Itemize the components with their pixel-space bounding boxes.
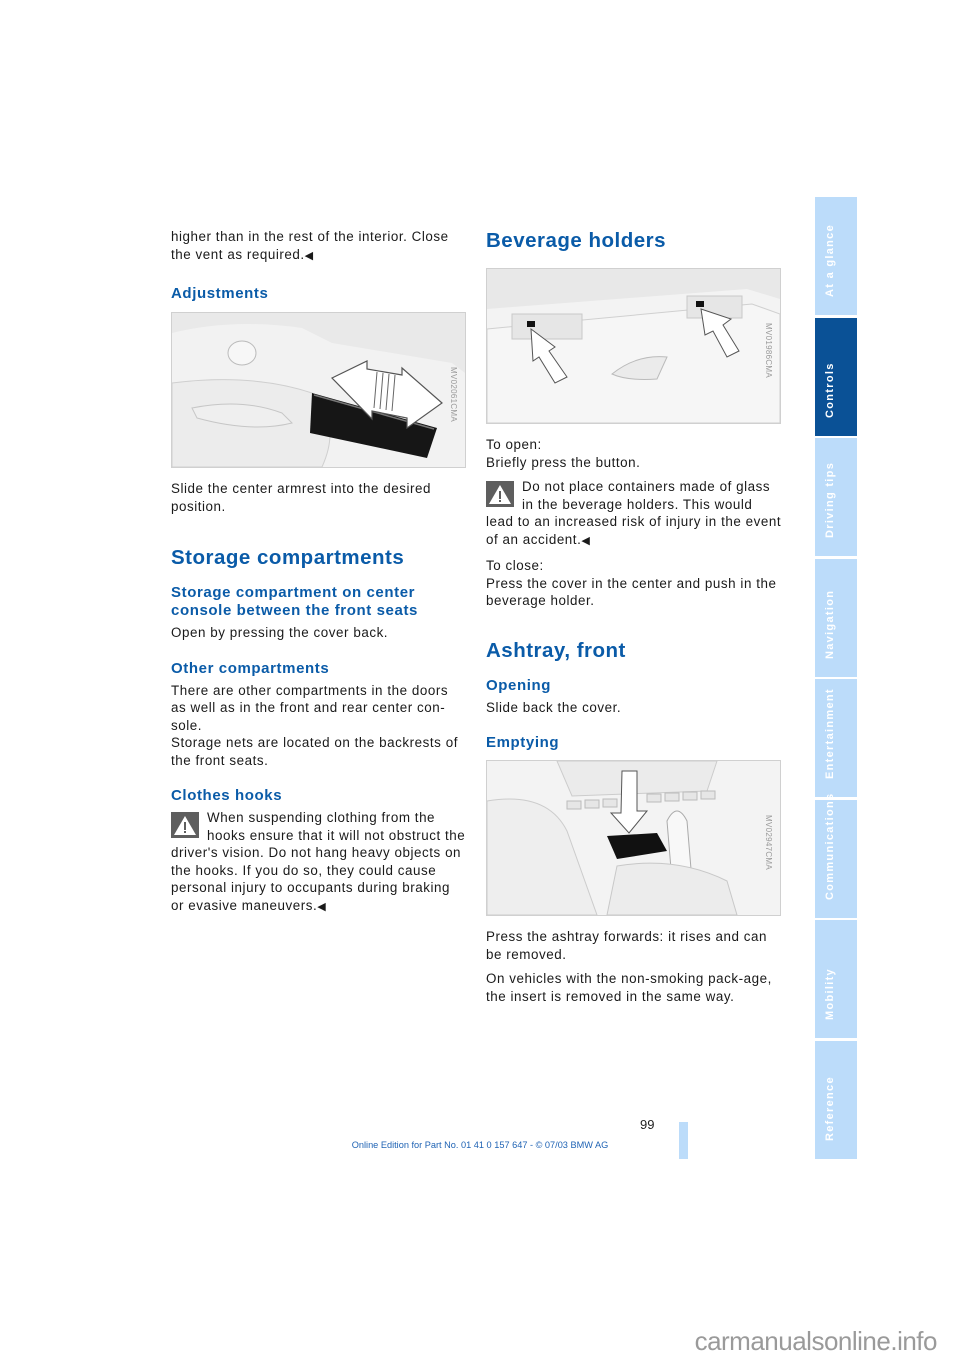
intro-paragraph: higher than in the rest of the interior.… (171, 229, 449, 262)
tab-at-a-glance[interactable]: At a glance (815, 197, 857, 315)
beverage-warning: Do not place containers made of glass in… (486, 478, 782, 550)
end-mark-icon: ◀ (581, 534, 590, 547)
close-text: Press the cover in the center and push i… (486, 575, 777, 609)
left-column: higher than in the rest of the interior.… (171, 228, 467, 923)
figure-code: MV01986CMA (763, 322, 773, 379)
open-label: To open: (486, 437, 542, 452)
center-console-heading: Storage compartment on center console be… (171, 584, 418, 619)
tab-navigation[interactable]: Navigation (815, 558, 857, 677)
center-console-text: Open by pressing the cover back. (171, 625, 389, 640)
close-label: To close: (486, 558, 544, 573)
emptying-heading: Emptying (486, 734, 560, 751)
figure-code: MV02947CMA (763, 814, 773, 871)
adjustments-heading: Adjustments (171, 285, 269, 302)
emptying-text: Press the ashtray forwards: it rises and… (486, 929, 767, 962)
other-compartments-heading: Other compartments (171, 659, 330, 677)
adjustments-text: Slide the center armrest into the desire… (171, 481, 431, 514)
tab-entertainment[interactable]: Entertainment (815, 679, 857, 797)
opening-heading: Opening (486, 676, 552, 694)
tab-communications[interactable]: Communications (815, 792, 857, 918)
page-number: 99 (640, 1117, 655, 1132)
footer-text: Online Edition for Part No. 01 41 0 157 … (351, 1140, 609, 1150)
clothes-hooks-heading: Clothes hooks (171, 787, 283, 804)
nonsmoking-text: On vehicles with the non-smoking pack-ag… (486, 971, 772, 1004)
beverage-illustration (487, 269, 780, 423)
chapter-tabs: At a glance Controls Driving tips Naviga… (815, 197, 857, 1161)
end-mark-icon: ◀ (317, 900, 326, 913)
beverage-heading: Beverage holders (486, 229, 667, 252)
clothes-hooks-warning: When suspending clothing from the hooks … (171, 809, 467, 916)
tab-mobility[interactable]: Mobility (815, 920, 857, 1038)
open-text: Briefly press the button. (486, 454, 641, 470)
other-compartments-text: There are other compartments in the door… (171, 682, 449, 733)
armrest-illustration (172, 313, 465, 467)
armrest-figure: MV02061CMA (171, 312, 466, 468)
clothes-hooks-warning-text: When suspending clothing from the hooks … (171, 810, 466, 913)
ashtray-illustration (487, 761, 780, 915)
right-column: Beverage holders MV01986CMA To open: Bri… (486, 228, 782, 1012)
warning-icon (486, 481, 514, 507)
ashtray-heading: Ashtray, front (486, 638, 626, 662)
warning-icon (171, 812, 199, 838)
storage-heading: Storage compartments (171, 546, 405, 569)
end-mark-icon: ◀ (304, 249, 314, 262)
tab-driving-tips[interactable]: Driving tips (815, 438, 857, 556)
tab-controls[interactable]: Controls (815, 317, 857, 436)
beverage-warning-text: Do not place containers made of glass in… (486, 479, 782, 547)
opening-text: Slide back the cover. (486, 699, 622, 715)
beverage-figure: MV01986CMA (486, 268, 781, 424)
storage-nets-text: Storage nets are located on the backrest… (171, 735, 458, 768)
figure-code: MV02061CMA (448, 366, 458, 423)
watermark[interactable]: carmanualsonline.info (695, 1326, 938, 1357)
ashtray-figure: MV02947CMA (486, 760, 781, 916)
